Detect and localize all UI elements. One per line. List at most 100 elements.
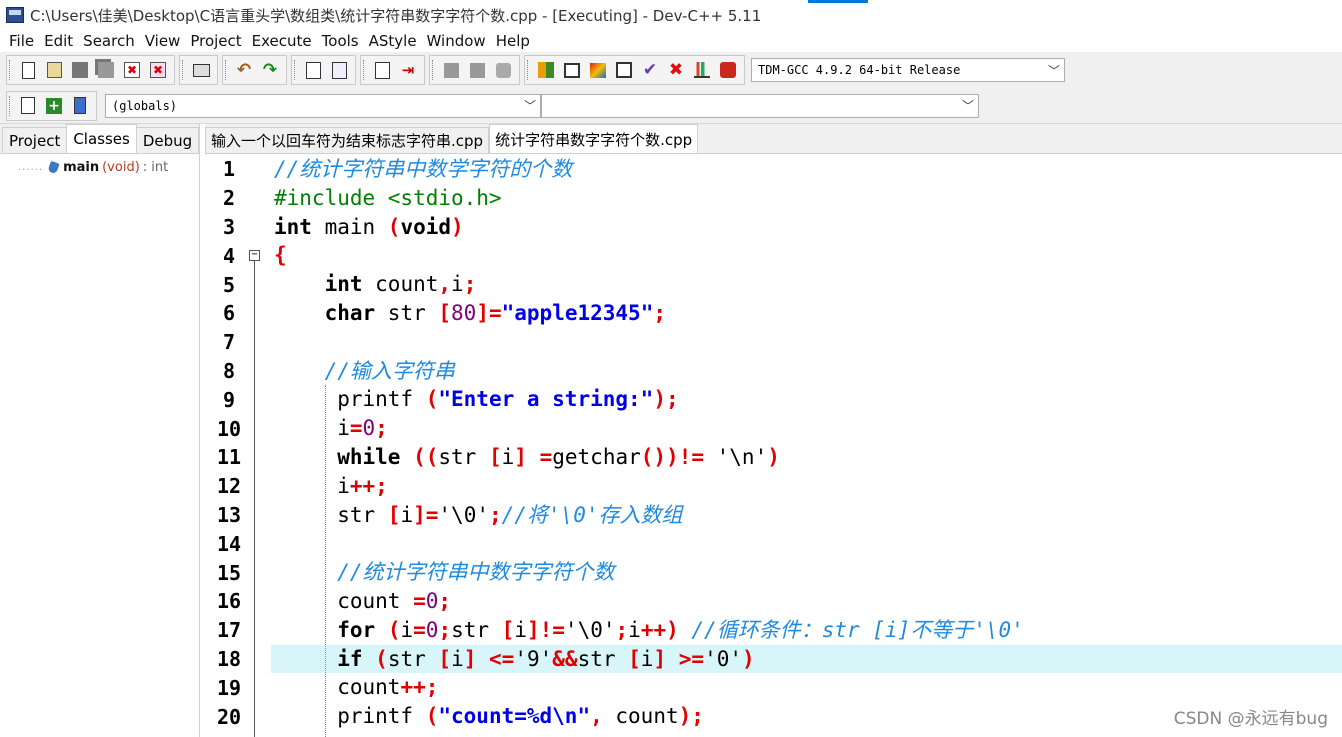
debug-icon[interactable] bbox=[715, 57, 741, 83]
code-token: //输入字符串 bbox=[324, 358, 455, 383]
code-token: '0' bbox=[704, 646, 742, 671]
code-line[interactable]: count =0; bbox=[271, 587, 1342, 616]
close-icon[interactable]: ✖ bbox=[119, 57, 145, 83]
code-line[interactable]: i++; bbox=[271, 472, 1342, 501]
line-number: 8 bbox=[222, 358, 236, 383]
find-icon[interactable] bbox=[300, 57, 326, 83]
window-icon[interactable] bbox=[559, 57, 585, 83]
code-line[interactable]: char str [80]="apple12345"; bbox=[271, 299, 1342, 328]
compiler-select-value: TDM-GCC 4.9.2 64-bit Release bbox=[758, 63, 961, 77]
print-icon[interactable] bbox=[188, 57, 214, 83]
code-line[interactable]: count++; bbox=[271, 673, 1342, 702]
code-line[interactable]: printf ("Enter a string:"); bbox=[271, 385, 1342, 414]
code-line[interactable]: for (i=0;str [i]!='\0';i++) //循环条件：str [… bbox=[271, 616, 1342, 645]
line-number-row: 14 bbox=[205, 529, 271, 558]
code-token: i bbox=[274, 416, 350, 441]
code-lines[interactable]: //统计字符串中数学字符的个数 #include <stdio.h> int mai… bbox=[271, 155, 1342, 737]
chart-icon[interactable] bbox=[689, 57, 715, 83]
menu-project[interactable]: Project bbox=[185, 32, 246, 50]
new-project-icon[interactable] bbox=[15, 93, 41, 119]
goto-function-icon[interactable]: ⇥ bbox=[395, 57, 421, 83]
indent-icon[interactable] bbox=[438, 57, 464, 83]
member-select[interactable]: ﹀ bbox=[541, 93, 979, 118]
code-line[interactable]: { bbox=[271, 241, 1342, 270]
menu-tools[interactable]: Tools bbox=[317, 32, 364, 50]
code-line[interactable]: i=0; bbox=[271, 414, 1342, 443]
new-file-icon[interactable] bbox=[15, 57, 41, 83]
tab-file-count-digits[interactable]: 统计字符串数字字符个数.cpp bbox=[489, 124, 699, 153]
code-token: count bbox=[274, 675, 401, 700]
line-number: 3 bbox=[222, 214, 236, 239]
code-line[interactable]: str [i]='\0';//将'\0'存入数组 bbox=[271, 501, 1342, 530]
menu-execute[interactable]: Execute bbox=[247, 32, 317, 50]
replace-icon[interactable] bbox=[326, 57, 352, 83]
code-token: ; bbox=[463, 272, 477, 297]
code-line[interactable]: #include <stdio.h> bbox=[271, 184, 1342, 213]
stop-icon[interactable]: ✖ bbox=[663, 57, 689, 83]
menu-view[interactable]: View bbox=[140, 32, 186, 50]
scope-select[interactable]: (globals) ﹀ bbox=[105, 93, 541, 118]
menu-file[interactable]: File bbox=[4, 32, 39, 50]
check-icon[interactable]: ✔ bbox=[637, 57, 663, 83]
undo-icon[interactable]: ↶ bbox=[231, 57, 257, 83]
code-token: count bbox=[602, 704, 679, 729]
color-icon[interactable] bbox=[585, 57, 611, 83]
code-line[interactable] bbox=[271, 529, 1342, 558]
code-line[interactable]: //输入字符串 bbox=[271, 357, 1342, 386]
code-line[interactable]: //统计字符串中数学字符的个数 bbox=[271, 155, 1342, 184]
compiler-select[interactable]: TDM-GCC 4.9.2 64-bit Release ﹀ bbox=[751, 58, 1065, 82]
code-token: count bbox=[274, 589, 414, 613]
code-token: i bbox=[501, 445, 515, 469]
grid-icon[interactable] bbox=[533, 57, 559, 83]
code-token: ) bbox=[742, 646, 755, 671]
add-file-icon[interactable]: + bbox=[41, 93, 67, 119]
toggle-comment-icon[interactable] bbox=[490, 57, 516, 83]
function-signature: (void) bbox=[102, 160, 140, 175]
close-all-icon[interactable]: ✖ bbox=[145, 57, 171, 83]
tab-classes[interactable]: Classes bbox=[66, 124, 137, 153]
code-token: getchar bbox=[552, 445, 641, 469]
code-line[interactable]: int main (void) bbox=[271, 213, 1342, 242]
line-number-row: 16 bbox=[205, 587, 271, 616]
line-number-row: 3 bbox=[205, 213, 271, 242]
goto-line-icon[interactable] bbox=[369, 57, 395, 83]
code-token: '\n' bbox=[716, 445, 768, 469]
code-token: '9' bbox=[514, 646, 553, 671]
tab-debug[interactable]: Debug bbox=[135, 127, 200, 153]
line-number-row: 4 bbox=[205, 241, 271, 270]
code-line[interactable]: //统计字符串中数字字符个数 bbox=[271, 558, 1342, 587]
tab-file-input-string[interactable]: 输入一个以回车符为结束标志字符串.cpp bbox=[205, 127, 490, 153]
layout-icon[interactable] bbox=[611, 57, 637, 83]
code-line[interactable]: while ((str [i] =getchar())!= '\n') bbox=[271, 443, 1342, 472]
line-number-row: 2 bbox=[205, 184, 271, 213]
class-browser-icon[interactable] bbox=[67, 93, 93, 119]
menu-astyle[interactable]: AStyle bbox=[364, 32, 422, 50]
redo-icon[interactable]: ↷ bbox=[257, 57, 283, 83]
menu-help[interactable]: Help bbox=[491, 32, 535, 50]
code-token: '\0' bbox=[438, 502, 489, 527]
code-token: //将'\0'存入数组 bbox=[501, 502, 683, 527]
line-number-row: 17 bbox=[205, 616, 271, 645]
menu-edit[interactable]: Edit bbox=[39, 32, 78, 50]
fold-toggle-icon[interactable]: − bbox=[249, 250, 260, 262]
open-file-icon[interactable] bbox=[41, 57, 67, 83]
code-line[interactable]: int count,i; bbox=[271, 270, 1342, 299]
menu-search[interactable]: Search bbox=[78, 32, 140, 50]
code-token: 0 bbox=[425, 617, 439, 642]
view-toolbar-group: ✔ ✖ bbox=[524, 55, 745, 85]
tab-project[interactable]: Project bbox=[2, 127, 68, 153]
line-number: 1 bbox=[222, 157, 236, 182]
code-line[interactable] bbox=[271, 328, 1342, 357]
code-line[interactable]: if (str [i] <='9'&&str [i] >='0') bbox=[271, 644, 1342, 674]
menu-window[interactable]: Window bbox=[422, 32, 491, 50]
save-icon[interactable] bbox=[67, 57, 93, 83]
save-all-icon[interactable] bbox=[93, 57, 119, 83]
code-area[interactable]: 1 2 3 4 5 6 7 8 9 10 11 12 13 14 15 16 17 18 19 20− //统计字符串… bbox=[205, 155, 1342, 737]
class-tree-item-main[interactable]: ...... main (void) : int bbox=[0, 154, 199, 175]
code-token: ( bbox=[387, 617, 401, 642]
unindent-icon[interactable] bbox=[464, 57, 490, 83]
code-token: ( bbox=[375, 646, 388, 671]
